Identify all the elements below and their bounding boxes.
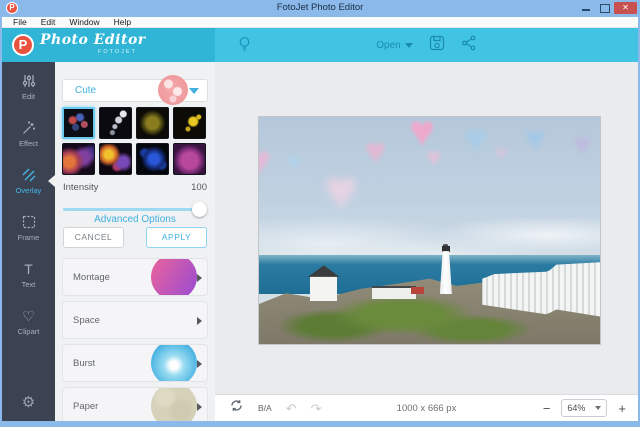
heart-bokeh [286,149,301,175]
overlay-thumbnail-6[interactable] [99,143,132,175]
tips-lightbulb-icon[interactable] [237,36,252,58]
app-window: FotoJet Photo Editor File Edit Window He… [0,0,640,427]
apply-button[interactable]: APPLY [146,227,207,248]
photo-lighthouse [437,244,455,294]
sidebar-item-overlay[interactable]: Overlay [2,158,55,203]
menu-file[interactable]: File [6,17,34,27]
menu-bar: File Edit Window Help [2,17,638,28]
maximize-button[interactable] [596,2,612,14]
heart-bokeh [426,144,441,170]
fotojet-logo-icon: P [12,34,34,56]
zoom-out-button[interactable]: − [543,402,551,415]
title-bar: FotoJet Photo Editor [0,0,640,17]
space-preview [151,301,197,339]
advanced-options-link[interactable]: Advanced Options [55,214,215,225]
chevron-right-icon [197,403,202,411]
overlay-panel: Cute Intensity 100 Advanced Options CANC… [55,62,215,421]
overlay-thumbnail-5[interactable] [62,143,95,175]
share-icon[interactable] [461,35,477,56]
overlay-thumbnail-4[interactable] [173,107,206,139]
slider-track[interactable] [63,208,207,211]
chevron-right-icon [197,360,202,368]
chevron-down-icon [595,406,601,410]
overlay-thumbnail-8[interactable] [173,143,206,175]
magic-wand-icon [21,120,37,136]
sidebar-item-clipart[interactable]: ♡ Clipart [2,299,55,344]
heart-bokeh [258,140,272,184]
editor-canvas [215,62,638,394]
montage-preview [151,258,197,296]
chevron-down-icon [405,43,413,48]
overlay-thumbnail-1[interactable] [62,107,95,139]
sidebar-item-effect[interactable]: Effect [2,111,55,156]
overlay-category-list: Montage Space Burst Paper [62,258,208,421]
category-row-paper[interactable]: Paper [62,387,208,421]
settings-gear-icon[interactable]: ⚙ [2,393,55,411]
category-row-space[interactable]: Space [62,301,208,339]
overlay-thumbnail-7[interactable] [136,143,169,175]
zoom-value: 64% [567,403,589,413]
zoom-in-button[interactable]: + [618,402,626,415]
sidebar-item-text[interactable]: T Text [2,252,55,297]
close-button[interactable] [614,2,637,14]
brand-area: P Photo Editor FOTOJET [2,28,215,62]
status-bar: B/A ↶ ↷ 1000 x 666 px − 64% + [215,394,638,421]
heart-bokeh [324,162,358,220]
heart-bokeh [573,128,592,160]
text-icon: T [24,261,33,277]
top-toolbar: Open [215,28,638,62]
photo-red-roof [411,287,425,294]
heart-bokeh [365,133,386,169]
paper-preview [151,387,197,421]
heart-bokeh [494,142,508,166]
chevron-down-icon [189,88,199,94]
brand-subtitle: FOTOJET [98,49,137,55]
zoom-level-select[interactable]: 64% [561,399,607,417]
save-icon[interactable] [429,35,445,56]
minimize-button[interactable] [578,2,594,14]
heart-outline-icon: ♡ [22,308,35,324]
category-row-burst[interactable]: Burst [62,344,208,382]
cancel-button[interactable]: CANCEL [63,227,124,248]
window-title: FotoJet Photo Editor [0,2,640,13]
overlay-thumbnail-2[interactable] [99,107,132,139]
menu-edit[interactable]: Edit [34,17,63,27]
overlay-category-select[interactable]: Cute [62,79,208,102]
burst-preview [151,344,197,382]
open-dropdown[interactable]: Open [376,40,412,51]
brand-name: Photo Editor [40,32,146,48]
overlay-stripes-icon [21,167,37,183]
frame-icon [21,214,37,230]
intensity-value: 100 [191,182,207,193]
menu-help[interactable]: Help [107,17,138,27]
photo-shed [372,286,416,298]
sliders-icon [21,73,37,89]
overlay-thumbnail-3[interactable] [136,107,169,139]
selected-category: Cute [75,85,96,96]
overlay-thumbnail-grid [62,107,208,175]
category-preview-thumb [158,75,188,105]
heart-bokeh [525,122,545,156]
tool-sidebar: Edit Effect Overlay Frame T Text ♡ Clip [2,62,55,421]
sidebar-item-edit[interactable]: Edit [2,64,55,109]
heart-bokeh [464,119,488,159]
intensity-label: Intensity [63,182,98,193]
chevron-right-icon [197,317,202,325]
chevron-right-icon [197,274,202,282]
photo-preview [258,116,601,345]
category-row-montage[interactable]: Montage [62,258,208,296]
app-header: P Photo Editor FOTOJET Open [2,28,638,62]
sidebar-item-frame[interactable]: Frame [2,205,55,250]
photo-house [310,276,337,301]
menu-window[interactable]: Window [62,17,106,27]
